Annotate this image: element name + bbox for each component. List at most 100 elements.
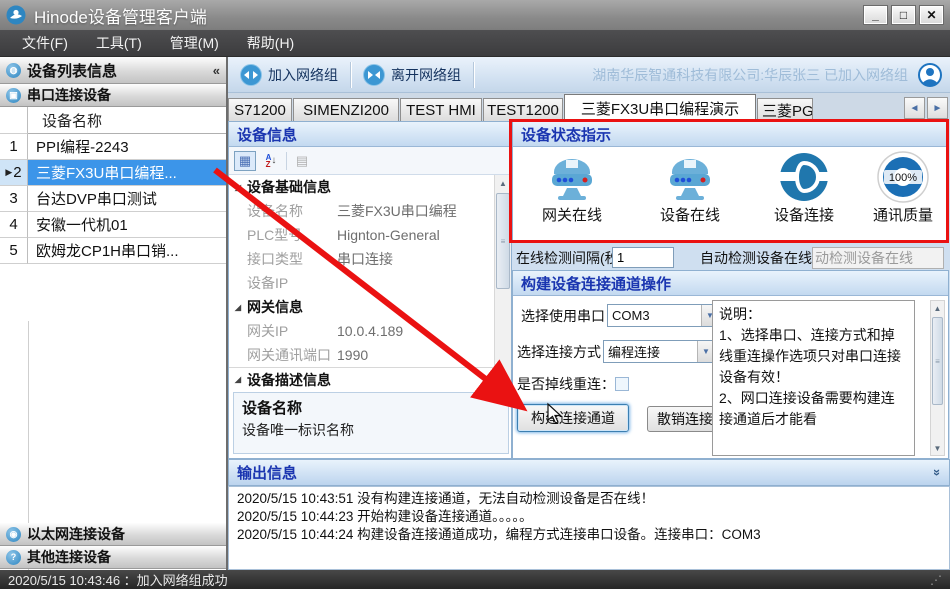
tab-test1200[interactable]: TEST1200 [483,98,563,121]
output-title: 输出信息 [237,462,297,483]
property-description-box: 设备名称 设备唯一标识名称 [233,392,509,454]
prop-device-name[interactable]: 设备名称 三菱FX3U串口编程 [229,199,494,223]
section-other-devices[interactable]: ? 其他连接设备 [0,546,226,569]
device-row-3[interactable]: 3 台达DVP串口测试 [0,186,226,212]
device-connect-label: 设备连接 [774,204,834,225]
detect-interval-input[interactable] [612,247,674,268]
tab-test-hmi[interactable]: TEST HMI [400,98,482,121]
scrollbar-thumb[interactable]: ≡ [932,317,943,405]
leave-network-button[interactable]: 离开网络组 [351,61,473,89]
join-network-button[interactable]: 加入网络组 [228,61,350,89]
prop-plc-model[interactable]: PLC型号 Hignton-General [229,223,494,247]
log-line: 2020/5/15 10:44:23 开始构建设备连接通道。。。。。 [237,508,941,526]
tab-scroll-right-icon[interactable]: ► [927,97,948,119]
user-avatar-icon[interactable] [918,63,942,87]
category-device-basic[interactable]: ◢ 设备基础信息 [229,175,494,199]
serial-port-label: 选择使用串口 [521,306,605,326]
menu-bar: 文件(F) 工具(T) 管理(M) 帮助(H) [0,30,950,57]
device-row-2-selected[interactable]: ▶2 三菱FX3U串口编程... [0,160,226,186]
tab-scroll-left-icon[interactable]: ◄ [904,97,925,119]
tab-mitsubishi-pg[interactable]: 三菱PG演示 [757,98,813,121]
category-expander-icon: ◢ [229,303,247,312]
network-toolbar: 加入网络组 离开网络组 湖南华辰智通科技有限公司:华辰张三 已加入网络组 [228,57,950,93]
channel-scrollbar[interactable]: ▲ ≡ ▼ [930,300,945,456]
device-row-1[interactable]: 1 PPI编程-2243 [0,134,226,160]
minimize-button[interactable]: _ [863,5,888,25]
gateway-online-icon [543,151,601,203]
section-ethernet-devices[interactable]: ◉ 以太网连接设备 [0,523,226,546]
category-device-description[interactable]: ◢ 设备描述信息 [229,367,494,388]
collapse-sidebar-button[interactable]: « [213,63,220,78]
other-device-icon: ? [6,550,21,565]
channel-operation-panel: 构建设备连接通道操作 选择使用串口 COM3 ▼ 选择连接方式 编程连接 ▼ 是… [512,270,949,459]
menu-manage[interactable]: 管理(M) [158,30,231,56]
scroll-down-icon[interactable]: ▼ [931,441,944,455]
close-button[interactable]: ✕ [919,5,944,25]
row-select-marker-icon: ▶ [5,167,12,178]
category-gateway-info[interactable]: ◢ 网关信息 [229,295,494,319]
tab-mitsubishi-fx3u-active[interactable]: 三菱FX3U串口编程演示 [564,94,756,121]
menu-file[interactable]: 文件(F) [10,30,80,56]
device-row-4[interactable]: 4 安徽一代机01 [0,212,226,238]
svg-text:100%: 100% [889,172,917,184]
reconnect-checkbox[interactable] [615,377,629,391]
log-line: 2020/5/15 10:44:24 构建设备连接通道成功，编程方式连接串口设备… [237,526,941,544]
build-channel-button[interactable]: 构建连接通道 [517,404,629,432]
scrollbar-thumb[interactable]: ≡ [496,193,510,289]
prop-device-ip[interactable]: 设备IP [229,271,494,295]
device-row-5[interactable]: 5 欧姆龙CP1H串口销... [0,238,226,264]
device-table: 设备名称 1 PPI编程-2243 ▶2 三菱FX3U串口编程... 3 台达D… [0,107,226,264]
category-expander-icon: ◢ [229,183,247,192]
connect-mode-select[interactable]: 编程连接 ▼ [603,340,715,363]
title-bar: Hinode设备管理客户端 _ □ ✕ [0,0,950,30]
menu-help[interactable]: 帮助(H) [235,30,306,56]
section-ethernet-label: 以太网连接设备 [27,524,125,544]
scroll-down-icon[interactable]: ▼ [495,372,511,388]
comm-quality-indicator: 100% 通讯质量 [859,147,947,241]
auto-detect-label: 自动检测设备在线 [700,248,812,268]
device-connect-indicator: 设备连接 [749,147,859,241]
prop-interface-type[interactable]: 接口类型 串口连接 [229,247,494,271]
gateway-online-label: 网关在线 [542,204,602,225]
prop-gateway-port[interactable]: 网关通讯端口 1990 [229,343,494,367]
sidebar-header-label: 设备列表信息 [27,60,117,81]
description-title: 设备名称 [242,397,500,418]
auto-detect-button-disabled[interactable]: 动检测设备在线 [812,247,944,269]
maximize-button[interactable]: □ [891,5,916,25]
sort-az-icon[interactable]: AZ↓ [260,151,282,171]
sidebar-header: ◍ 设备列表信息 « [0,57,226,84]
property-grid-scrollbar[interactable]: ▲ ≡ ▼ [494,175,511,388]
scroll-up-icon[interactable]: ▲ [931,301,944,315]
tab-s71200[interactable]: S71200 [228,98,292,121]
section-other-label: 其他连接设备 [27,547,111,567]
collapse-output-icon[interactable]: » [930,469,945,476]
detect-interval-label: 在线检测间隔(秒 [516,248,612,268]
device-online-icon [661,151,719,203]
resize-grip-icon[interactable]: ⋰ [930,573,942,587]
device-connect-icon [777,151,831,203]
serial-port-select[interactable]: COM3 ▼ [607,304,719,327]
property-pages-icon: ▤ [291,151,313,171]
gateway-online-indicator: 网关在线 [513,147,631,241]
menu-tools[interactable]: 工具(T) [84,30,154,56]
scroll-up-icon[interactable]: ▲ [495,175,511,191]
device-info-panel: 设备信息 ▦ AZ↓ ▤ ◢ 设备基础信息 设备名称 三菱FX3U串口编程 PL… [228,121,512,459]
output-log-area[interactable]: 2020/5/15 10:43:51 没有构建连接通道，无法自动检测设备是否在线… [228,486,950,570]
output-panel-header: 输出信息 » [228,459,950,486]
section-serial-label: 串口连接设备 [27,85,111,105]
window-title: Hinode设备管理客户端 [34,3,863,28]
connect-mode-row: 选择连接方式 编程连接 ▼ [517,340,715,363]
description-text: 设备唯一标识名称 [242,420,500,440]
app-logo-icon [6,5,26,25]
property-grid-toolbar: ▦ AZ↓ ▤ [229,147,511,175]
device-info-header: 设备信息 [229,122,511,147]
join-network-icon [240,64,262,86]
tab-simenzi200[interactable]: SIMENZI200 [293,98,399,121]
property-grid: ◢ 设备基础信息 设备名称 三菱FX3U串口编程 PLC型号 Hignton-G… [229,175,494,388]
categorized-view-icon[interactable]: ▦ [234,151,256,171]
ethernet-device-icon: ◉ [6,527,21,542]
prop-gateway-ip[interactable]: 网关IP 10.0.4.189 [229,319,494,343]
device-table-header: 设备名称 [0,107,226,134]
device-list-icon: ◍ [6,63,21,78]
section-serial-devices[interactable]: ▣ 串口连接设备 [0,84,226,107]
